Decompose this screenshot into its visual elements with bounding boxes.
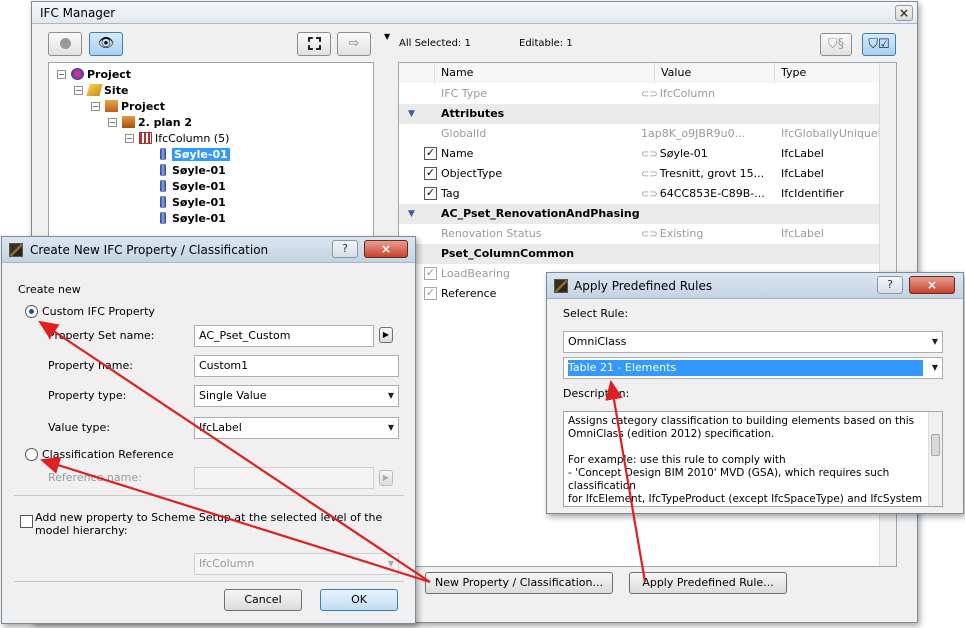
annotation-arrows xyxy=(38,320,647,584)
arrow-to-rule-table xyxy=(605,379,647,583)
arrow-to-classification-reference xyxy=(39,456,431,584)
arrow-to-custom-property xyxy=(38,320,431,583)
